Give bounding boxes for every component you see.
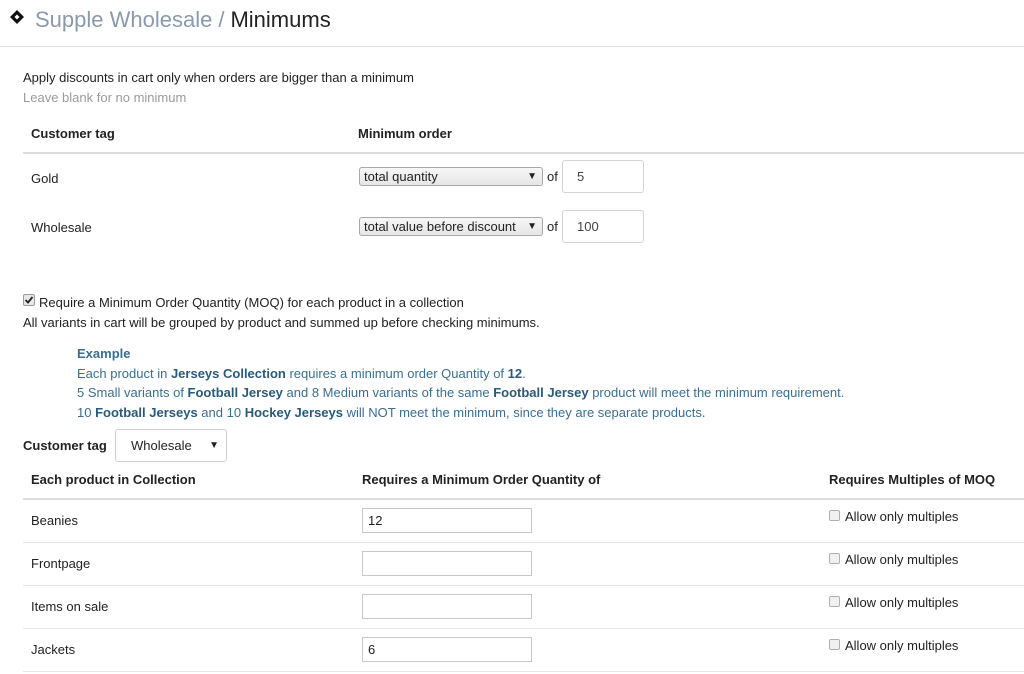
table-row: Beanies 12 Allow only multiples [23, 499, 1024, 543]
multiples-checkbox-label[interactable]: Allow only multiples [845, 552, 958, 567]
minimum-row-gold: Gold total quantity ▼ of 5 [23, 153, 1024, 203]
of-label: of [547, 219, 558, 234]
multiples-checkbox[interactable] [829, 596, 840, 607]
collection-name: Beanies [31, 513, 78, 528]
collection-name: Frontpage [31, 556, 91, 571]
minimums-table-header: Customer tag Minimum order [23, 112, 1024, 154]
customer-tag-name: Wholesale [31, 220, 92, 235]
multiples-checkbox-label[interactable]: Allow only multiples [845, 509, 958, 524]
moq-input[interactable] [362, 594, 532, 619]
collections-table-header: Each product in Collection Requires a Mi… [23, 462, 1024, 500]
intro-text: Apply discounts in cart only when orders… [23, 70, 414, 85]
example-block: Example Each product in Jerseys Collecti… [77, 344, 844, 422]
minimum-value-input[interactable]: 5 [562, 160, 644, 193]
breadcrumb-separator: / [218, 7, 225, 32]
moq-input[interactable]: 6 [362, 637, 532, 662]
moq-input[interactable] [362, 551, 532, 576]
minimum-value-input[interactable]: 100 [562, 210, 644, 243]
example-title: Example [77, 346, 131, 361]
triangle-down-icon: ▼ [527, 221, 537, 232]
collection-name: Jackets [31, 642, 76, 657]
column-header-multiples: Requires Multiples of MOQ [829, 472, 996, 487]
example-line-3: 10 Football Jerseys and 10 Hockey Jersey… [77, 404, 706, 420]
multiples-checkbox[interactable] [829, 510, 840, 521]
example-line-1: Each product in Jerseys Collection requi… [77, 365, 526, 381]
moq-checkbox[interactable] [23, 294, 35, 306]
minimum-row-wholesale: Wholesale total value before discount ▼ … [23, 202, 1024, 252]
page-header: Supple Wholesale / Minimums [0, 0, 1024, 47]
customer-tag-name: Gold [31, 171, 59, 186]
customer-tag-label: Customer tag [23, 438, 107, 453]
column-header-customer-tag: Customer tag [31, 126, 115, 141]
multiples-checkbox[interactable] [829, 639, 840, 650]
triangle-down-icon: ▼ [527, 171, 537, 182]
moq-checkbox-label[interactable]: Require a Minimum Order Quantity (MOQ) f… [39, 295, 464, 310]
intro-hint: Leave blank for no minimum [23, 90, 187, 105]
checkmark-icon [24, 296, 34, 304]
moq-input[interactable]: 12 [362, 508, 532, 533]
table-row: Frontpage Allow only multiples [23, 542, 1024, 586]
column-header-minimum-order: Minimum order [358, 126, 452, 141]
moq-note: All variants in cart will be grouped by … [23, 315, 540, 330]
column-header-moq: Requires a Minimum Order Quantity of [362, 472, 601, 487]
collection-name: Items on sale [31, 599, 109, 614]
table-row: Jackets 6 Allow only multiples [23, 628, 1024, 672]
customer-tag-select[interactable]: Wholesale ▼ [115, 429, 227, 462]
diamond-move-icon [10, 10, 24, 24]
page-title: Supple Wholesale / Minimums [35, 6, 331, 34]
of-label: of [547, 169, 558, 184]
breadcrumb-app-link[interactable]: Supple Wholesale [35, 7, 212, 32]
example-line-2: 5 Small variants of Football Jersey and … [77, 385, 845, 400]
multiples-checkbox-label[interactable]: Allow only multiples [845, 638, 958, 653]
multiples-checkbox[interactable] [829, 553, 840, 564]
triangle-down-icon: ▼ [209, 440, 219, 451]
minimum-type-select[interactable]: total value before discount ▼ [359, 217, 543, 236]
table-row: Items on sale Allow only multiples [23, 585, 1024, 629]
multiples-checkbox-label[interactable]: Allow only multiples [845, 595, 958, 610]
minimum-type-select[interactable]: total quantity ▼ [359, 167, 543, 186]
breadcrumb-current: Minimums [230, 7, 331, 32]
column-header-collection: Each product in Collection [31, 472, 196, 487]
